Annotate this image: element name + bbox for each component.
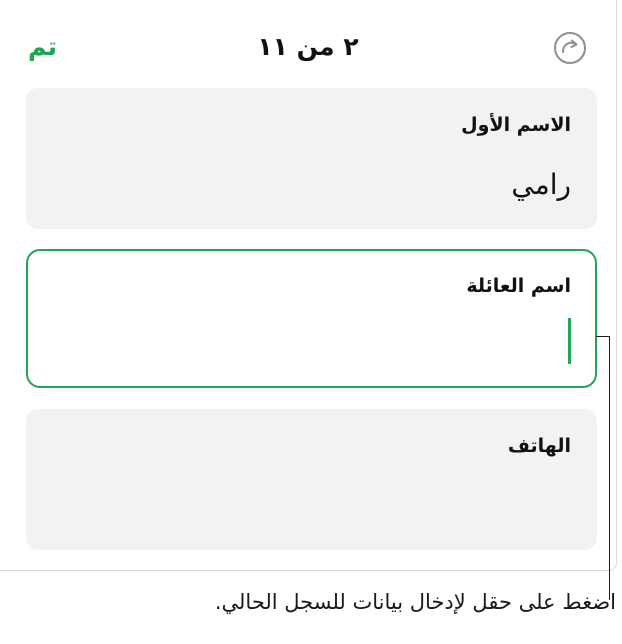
- field-card-last-name[interactable]: اسم العائلة: [26, 249, 597, 388]
- field-value-first-name[interactable]: رامي: [511, 168, 571, 201]
- record-position-title: ٢ من ١١: [257, 32, 359, 61]
- callout-caption: اضغط على حقل لإدخال بيانات للسجل الحالي.: [214, 590, 616, 614]
- field-card-phone[interactable]: الهاتف: [26, 409, 597, 550]
- header-bar: تم ٢ من ١١: [0, 22, 616, 78]
- field-card-first-name[interactable]: الاسم الأول رامي: [26, 88, 597, 229]
- text-cursor: [568, 318, 571, 364]
- callout-leader-vertical: [609, 336, 610, 600]
- record-form-panel: تم ٢ من ١١ الاسم الأول رامي اسم العائلة …: [0, 0, 617, 571]
- callout-leader-horizontal: [596, 336, 610, 337]
- field-label-last-name: اسم العائلة: [466, 275, 571, 297]
- field-label-first-name: الاسم الأول: [461, 114, 571, 136]
- redo-icon[interactable]: [553, 31, 587, 65]
- field-label-phone: الهاتف: [507, 435, 571, 457]
